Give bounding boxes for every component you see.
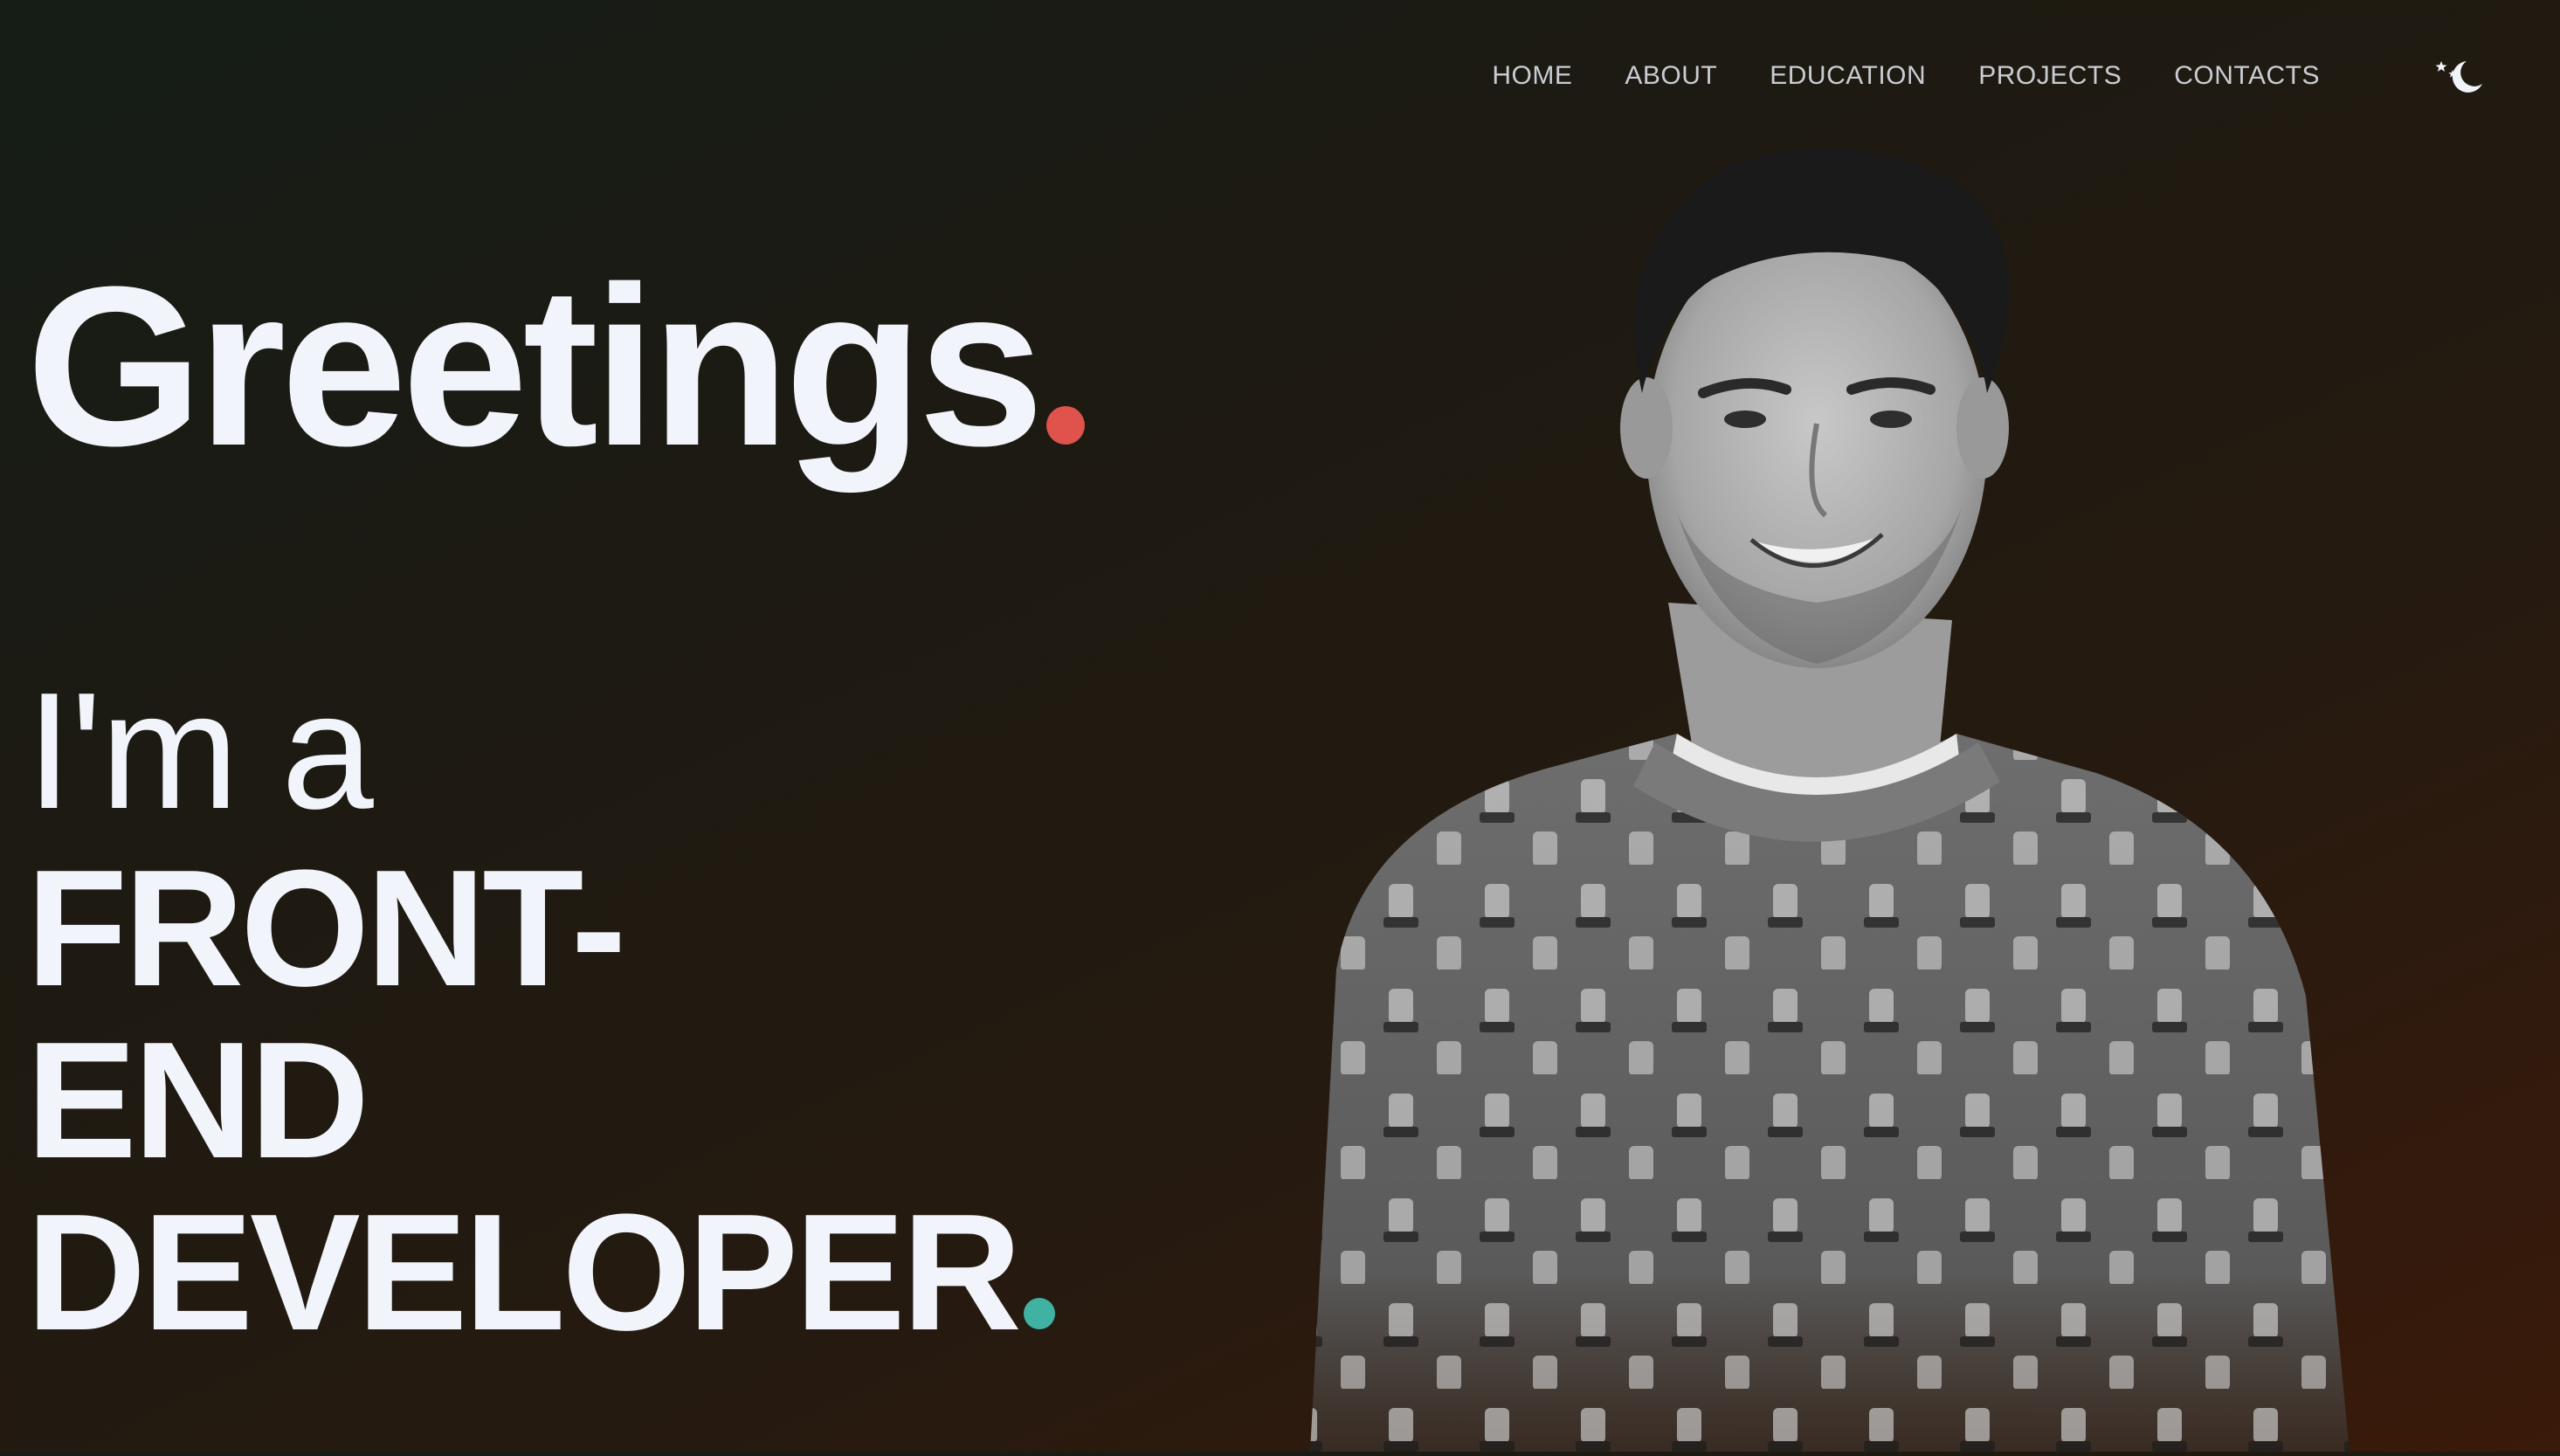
role-heading: FRONT- END DEVELOPER [26, 843, 1055, 1359]
role-accent-dot [1023, 1298, 1055, 1329]
role-line: END [26, 1008, 369, 1193]
greeting-heading: Greetings [26, 253, 1085, 480]
role-line-text: DEVELOPER [26, 1180, 1022, 1365]
main-nav: HOME ABOUT EDUCATION PROJECTS CONTACTS [1492, 61, 2320, 91]
greeting-accent-dot [1045, 406, 1085, 445]
nav-projects-link[interactable]: PROJECTS [1978, 61, 2122, 91]
nav-home-link[interactable]: HOME [1492, 61, 1572, 91]
role-line-last: DEVELOPER [26, 1187, 1055, 1359]
portrait-photo [1258, 131, 2376, 1452]
greeting-text: Greetings [26, 240, 1045, 493]
intro-text: I'm a [26, 659, 374, 844]
nav-contacts-link[interactable]: CONTACTS [2174, 61, 2320, 91]
nav-education-link[interactable]: EDUCATION [1770, 61, 1926, 91]
theme-toggle-button[interactable] [2428, 51, 2489, 103]
role-line: FRONT- [26, 836, 626, 1021]
nav-about-link[interactable]: ABOUT [1625, 61, 1717, 91]
moon-stars-icon [2435, 61, 2482, 93]
